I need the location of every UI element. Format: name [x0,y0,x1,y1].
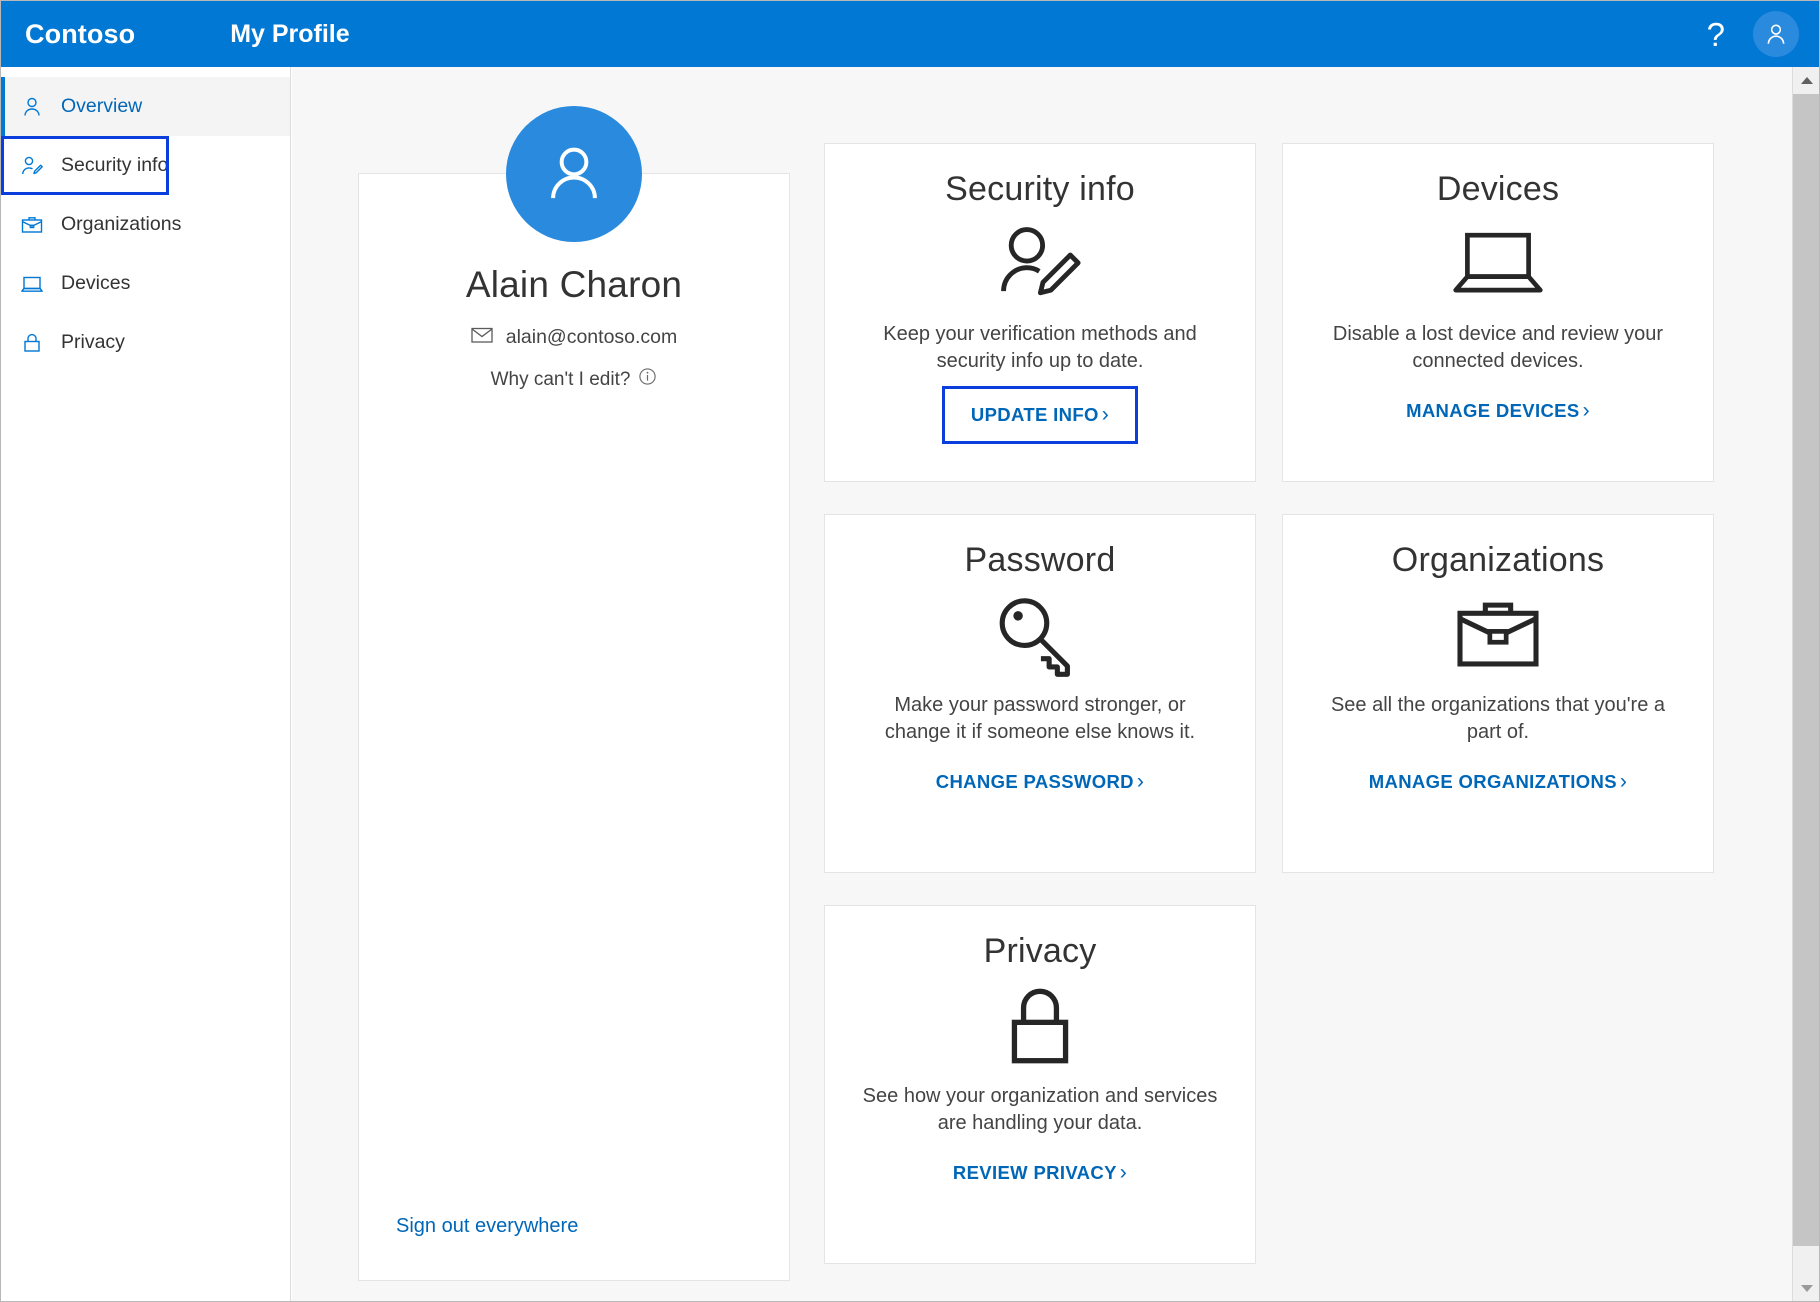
person-edit-icon [17,151,47,181]
tile-security-info: Security info Keep your verification met… [824,143,1256,482]
sidebar-item-label: Overview [61,95,142,118]
briefcase-icon [17,210,47,240]
avatar[interactable] [506,106,642,242]
tile-title: Password [965,541,1116,580]
tile-organizations: Organizations See all the organizations … [1282,514,1714,873]
sign-out-everywhere-link[interactable]: Sign out everywhere [396,1215,578,1238]
chevron-up-icon [1801,77,1813,84]
cards-container: Alain Charon alain@contoso.com Why can't… [358,143,1714,1281]
review-privacy-label: REVIEW PRIVACY [953,1162,1117,1184]
sidebar-item-label: Privacy [61,331,125,354]
top-navigation-bar: Contoso My Profile ? [1,1,1819,67]
change-password-link[interactable]: CHANGE PASSWORD › [932,768,1148,796]
mail-icon [471,326,493,349]
topbar-actions: ? [1701,11,1799,57]
laptop-icon [1450,217,1546,311]
sidebar-item-devices[interactable]: Devices [1,254,290,313]
profile-email-text: alain@contoso.com [506,326,678,349]
help-icon[interactable]: ? [1701,18,1731,51]
tile-devices: Devices Disable a lost device and review… [1282,143,1714,482]
main-content: Alain Charon alain@contoso.com Why can't… [292,67,1798,1302]
info-icon[interactable] [638,367,657,392]
tile-description: Keep your verification methods and secur… [860,321,1220,375]
tile-title: Privacy [984,932,1097,971]
manage-devices-link[interactable]: MANAGE DEVICES › [1402,397,1594,425]
tiles-grid: Security info Keep your verification met… [824,143,1714,1264]
app-window: Contoso My Profile ? Overview [0,0,1820,1302]
chevron-right-icon: › [1137,770,1144,794]
scroll-up-button[interactable] [1793,67,1820,94]
chevron-right-icon: › [1120,1161,1127,1185]
sidebar-item-security-info[interactable]: Security info [1,136,169,195]
tile-privacy: Privacy See how your organization and se… [824,905,1256,1264]
review-privacy-link[interactable]: REVIEW PRIVACY › [949,1159,1131,1187]
chevron-right-icon: › [1620,770,1627,794]
tile-description: Disable a lost device and review your co… [1318,321,1678,375]
manage-organizations-label: MANAGE ORGANIZATIONS [1369,771,1617,793]
account-avatar[interactable] [1753,11,1799,57]
why-cant-i-edit[interactable]: Why can't I edit? [491,367,658,392]
profile-email: alain@contoso.com [471,326,678,349]
key-icon [994,588,1086,682]
person-avatar-icon [536,136,612,212]
chevron-right-icon: › [1102,403,1109,427]
update-info-link[interactable]: UPDATE INFO › [945,389,1135,441]
sidebar-item-privacy[interactable]: Privacy [1,313,290,372]
sidebar-item-organizations[interactable]: Organizations [1,195,290,254]
sidebar-navigation: Overview Security info Or [1,67,291,1302]
tile-row: Security info Keep your verification met… [824,143,1714,482]
laptop-icon [17,269,47,299]
update-info-label: UPDATE INFO [971,404,1099,426]
sidebar-item-label: Security info [61,154,168,177]
tile-row: Password Make your password stronger, or… [824,514,1714,873]
vertical-scrollbar[interactable] [1792,67,1819,1302]
brand-label[interactable]: Contoso [25,19,135,50]
chevron-down-icon [1801,1285,1813,1292]
tile-password: Password Make your password stronger, or… [824,514,1256,873]
manage-organizations-link[interactable]: MANAGE ORGANIZATIONS › [1365,768,1632,796]
why-cant-i-edit-label: Why can't I edit? [491,369,631,391]
manage-devices-label: MANAGE DEVICES [1406,400,1579,422]
page-title: My Profile [230,20,349,49]
profile-card: Alain Charon alain@contoso.com Why can't… [358,173,790,1281]
tile-title: Devices [1437,170,1559,209]
tile-description: See all the organizations that you're a … [1318,692,1678,746]
chevron-right-icon: › [1583,399,1590,423]
person-icon [17,92,47,122]
sidebar-item-label: Organizations [61,213,181,236]
scrollbar-thumb[interactable] [1793,94,1820,1246]
sidebar-item-overview[interactable]: Overview [1,77,290,136]
tile-description: Make your password stronger, or change i… [860,692,1220,746]
person-edit-icon [995,217,1085,311]
sidebar-item-label: Devices [61,272,130,295]
tile-description: See how your organization and services a… [860,1083,1220,1137]
tile-row: Privacy See how your organization and se… [824,905,1714,1264]
change-password-label: CHANGE PASSWORD [936,771,1134,793]
briefcase-icon [1452,588,1544,682]
scroll-down-button[interactable] [1793,1275,1820,1302]
tile-title: Security info [945,170,1135,209]
tile-title: Organizations [1392,541,1604,580]
person-icon [1763,21,1789,47]
profile-name: Alain Charon [466,264,682,306]
lock-icon [17,328,47,358]
lock-icon [1001,979,1079,1073]
